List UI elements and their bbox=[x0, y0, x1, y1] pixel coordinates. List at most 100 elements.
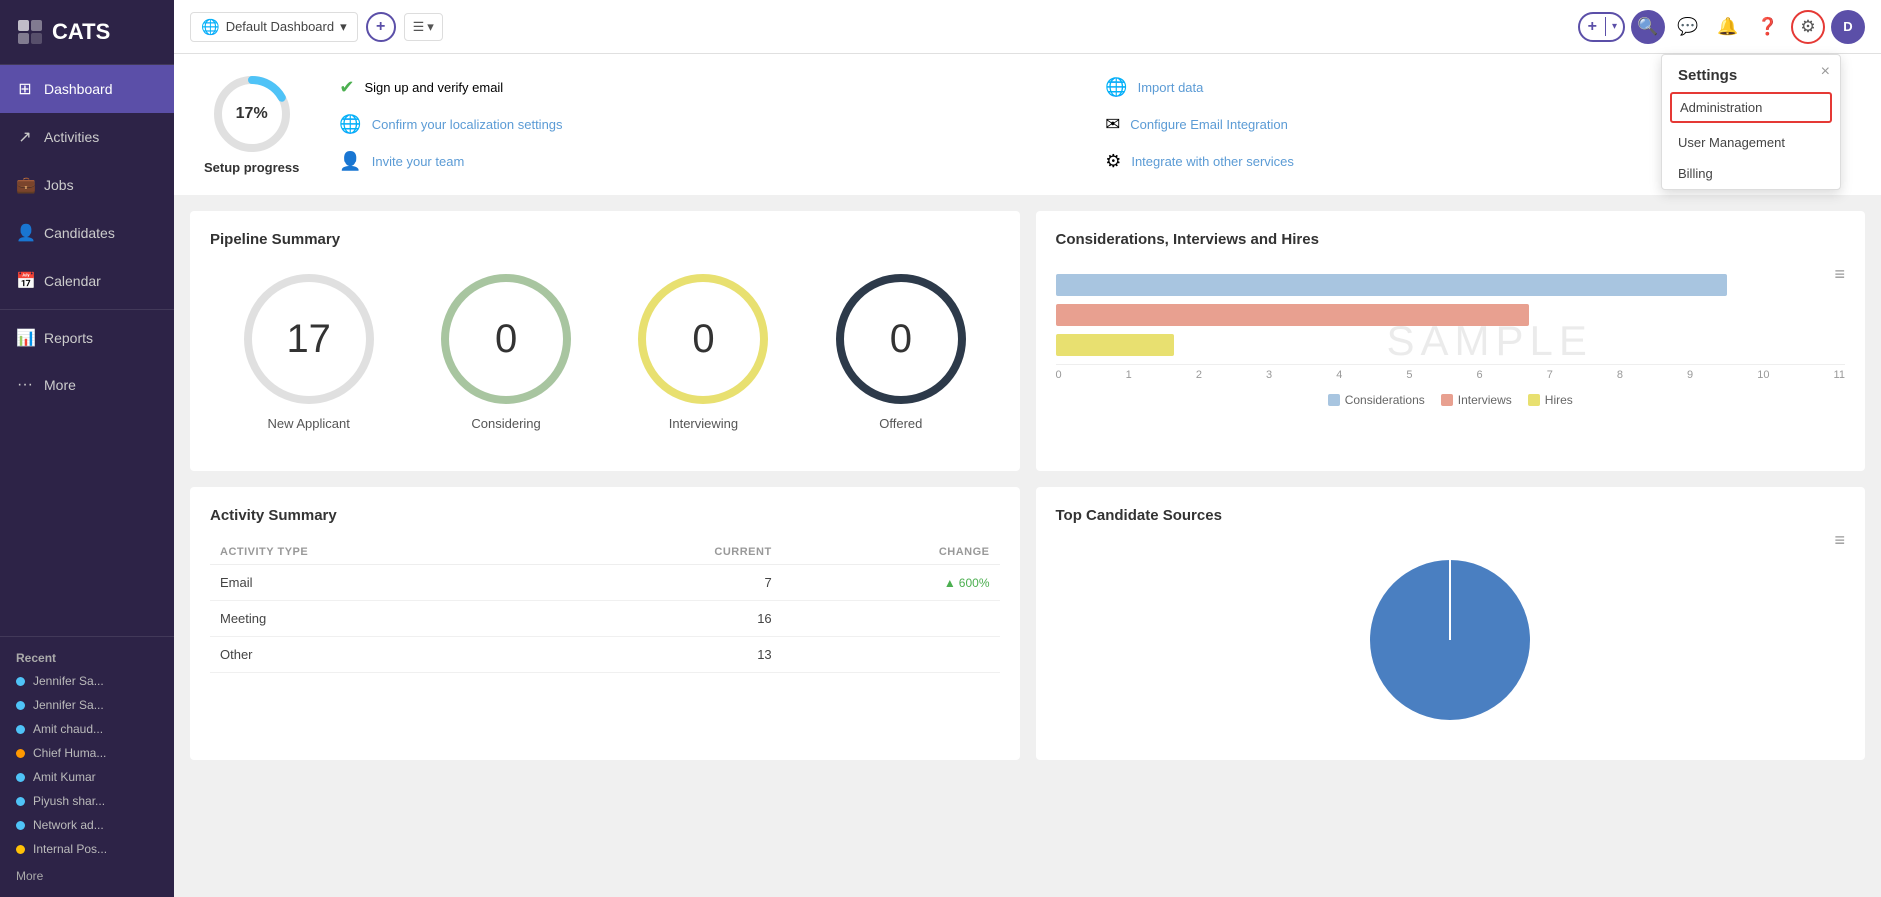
legend-dot-blue bbox=[1328, 394, 1340, 406]
logo-icon bbox=[16, 18, 44, 46]
pie-chart-menu[interactable]: ≡ bbox=[1834, 530, 1845, 551]
sidebar-item-calendar[interactable]: 📅 Calendar bbox=[0, 257, 174, 305]
setup-item-localization[interactable]: 🌐 Confirm your localization settings bbox=[339, 114, 1085, 135]
activity-type-meeting: Meeting bbox=[210, 601, 543, 637]
setup-item-invite[interactable]: 👤 Invite your team bbox=[339, 151, 1085, 172]
setup-item-label: Sign up and verify email bbox=[364, 80, 503, 95]
top-sources-card: Top Candidate Sources ≡ bbox=[1036, 487, 1866, 760]
sidebar-item-label: More bbox=[44, 377, 76, 393]
sidebar-item-activities[interactable]: ↗ Activities bbox=[0, 113, 174, 161]
sidebar-more-link[interactable]: More bbox=[0, 861, 174, 897]
col-change: CHANGE bbox=[782, 540, 1000, 565]
pie-chart bbox=[1360, 550, 1540, 730]
sidebar-nav: ⊞ Dashboard ↗ Activities 💼 Jobs 👤 Candid… bbox=[0, 65, 174, 632]
setup-item-link[interactable]: Invite your team bbox=[372, 154, 465, 169]
settings-item-administration[interactable]: Administration bbox=[1670, 92, 1832, 123]
setup-item-link[interactable]: Integrate with other services bbox=[1131, 154, 1294, 169]
sidebar-recent-item[interactable]: Jennifer Sa... bbox=[0, 693, 174, 717]
topbar-right: + ▾ 🔍 💬 🔔 ❓ ⚙ D bbox=[1578, 10, 1865, 44]
sidebar-recent-item[interactable]: Network ad... bbox=[0, 813, 174, 837]
pipeline-circles: 17 New Applicant 0 Considering 0 bbox=[210, 264, 1000, 451]
legend-interviews: Interviews bbox=[1441, 393, 1512, 407]
sidebar-item-label: Calendar bbox=[44, 273, 101, 289]
pipeline-title: Pipeline Summary bbox=[210, 231, 1000, 248]
settings-item-user-management[interactable]: User Management bbox=[1662, 127, 1840, 158]
activity-summary-card: Activity Summary ACTIVITY TYPE CURRENT C… bbox=[190, 487, 1020, 760]
progress-circle: 17% bbox=[212, 74, 292, 154]
sidebar-item-label: Activities bbox=[44, 129, 99, 145]
search-button[interactable]: 🔍 bbox=[1631, 10, 1665, 44]
sidebar-recent-item[interactable]: Jennifer Sa... bbox=[0, 669, 174, 693]
legend-hires: Hires bbox=[1528, 393, 1573, 407]
create-arrow: ▾ bbox=[1605, 17, 1623, 36]
pipeline-considering: 0 Considering bbox=[441, 274, 571, 431]
content-area: 17% Setup progress ✔ Sign up and verify … bbox=[174, 54, 1881, 897]
activity-current-other: 13 bbox=[543, 637, 781, 673]
sidebar-item-jobs[interactable]: 💼 Jobs bbox=[0, 161, 174, 209]
activity-current-meeting: 16 bbox=[543, 601, 781, 637]
table-row: Other 13 bbox=[210, 637, 1000, 673]
considering-value: 0 bbox=[495, 317, 517, 362]
setup-item-link[interactable]: Confirm your localization settings bbox=[372, 117, 563, 132]
setup-banner: 17% Setup progress ✔ Sign up and verify … bbox=[174, 54, 1881, 195]
considering-circle: 0 bbox=[441, 274, 571, 404]
pie-chart-area: ≡ bbox=[1056, 540, 1846, 740]
more-icon: ··· bbox=[16, 376, 34, 394]
bar-chart-area: ≡ bbox=[1056, 264, 1846, 417]
sidebar-recent-item[interactable]: Chief Huma... bbox=[0, 741, 174, 765]
pipeline-offered: 0 Offered bbox=[836, 274, 966, 431]
settings-close-button[interactable]: × bbox=[1821, 63, 1830, 81]
sidebar-recent-item[interactable]: Internal Pos... bbox=[0, 837, 174, 861]
legend-considerations: Considerations bbox=[1328, 393, 1425, 407]
setup-item-link[interactable]: Configure Email Integration bbox=[1130, 117, 1288, 132]
jobs-icon: 💼 bbox=[16, 175, 34, 195]
add-dashboard-button[interactable]: + bbox=[366, 12, 396, 42]
calendar-icon: 📅 bbox=[16, 271, 34, 291]
chat-button[interactable]: 💬 bbox=[1671, 10, 1705, 44]
settings-button[interactable]: ⚙ bbox=[1791, 10, 1825, 44]
hamburger-arrow: ▾ bbox=[427, 19, 434, 35]
user-avatar[interactable]: D bbox=[1831, 10, 1865, 44]
dashboard-dropdown-arrow: ▾ bbox=[340, 19, 347, 35]
sidebar-item-reports[interactable]: 📊 Reports bbox=[0, 314, 174, 362]
dashboard-selector[interactable]: 🌐 Default Dashboard ▾ bbox=[190, 12, 358, 42]
activity-change-email: ▲ 600% bbox=[782, 565, 1000, 601]
setup-links: ✔ Sign up and verify email 🌐 Confirm you… bbox=[339, 77, 1851, 172]
dashboard-grid: Pipeline Summary 17 New Applicant 0 Cons… bbox=[174, 211, 1881, 776]
setup-item-link[interactable]: Import data bbox=[1138, 80, 1204, 95]
sidebar-item-candidates[interactable]: 👤 Candidates bbox=[0, 209, 174, 257]
bar-fill-blue bbox=[1056, 274, 1727, 296]
bar-chart-title: Considerations, Interviews and Hires bbox=[1056, 231, 1846, 248]
logo[interactable]: CATS bbox=[0, 0, 174, 65]
logo-text: CATS bbox=[52, 19, 110, 45]
settings-dropdown: Settings × Administration User Managemen… bbox=[1661, 54, 1841, 190]
settings-title: Settings bbox=[1662, 55, 1840, 92]
offered-value: 0 bbox=[890, 317, 912, 362]
menu-button[interactable]: ☰ ▾ bbox=[404, 13, 443, 41]
sidebar-recent-item[interactable]: Amit Kumar bbox=[0, 765, 174, 789]
table-row: Meeting 16 bbox=[210, 601, 1000, 637]
create-button[interactable]: + ▾ bbox=[1578, 12, 1625, 42]
activity-current-email: 7 bbox=[543, 565, 781, 601]
bar-row-2 bbox=[1056, 304, 1846, 326]
sidebar-recent-item[interactable]: Piyush shar... bbox=[0, 789, 174, 813]
new-applicant-value: 17 bbox=[286, 317, 331, 362]
interviewing-circle: 0 bbox=[638, 274, 768, 404]
pipeline-interviewing: 0 Interviewing bbox=[638, 274, 768, 431]
sidebar-recent-item[interactable]: Amit chaud... bbox=[0, 717, 174, 741]
settings-item-billing[interactable]: Billing bbox=[1662, 158, 1840, 189]
progress-percent: 17% bbox=[236, 105, 268, 123]
globe-icon: 🌐 bbox=[339, 114, 361, 135]
legend-dot-salmon bbox=[1441, 394, 1453, 406]
bar-track-3 bbox=[1056, 334, 1846, 356]
bar-fill-yellow bbox=[1056, 334, 1174, 356]
notifications-button[interactable]: 🔔 bbox=[1711, 10, 1745, 44]
sidebar-item-label: Jobs bbox=[44, 177, 74, 193]
sidebar-item-more[interactable]: ··· More bbox=[0, 362, 174, 408]
help-button[interactable]: ❓ bbox=[1751, 10, 1785, 44]
dashboard-icon: ⊞ bbox=[16, 79, 34, 99]
sidebar-item-dashboard[interactable]: ⊞ Dashboard bbox=[0, 65, 174, 113]
candidates-icon: 👤 bbox=[16, 223, 34, 243]
setup-item-signup: ✔ Sign up and verify email bbox=[339, 77, 1085, 98]
legend-label: Considerations bbox=[1345, 393, 1425, 407]
